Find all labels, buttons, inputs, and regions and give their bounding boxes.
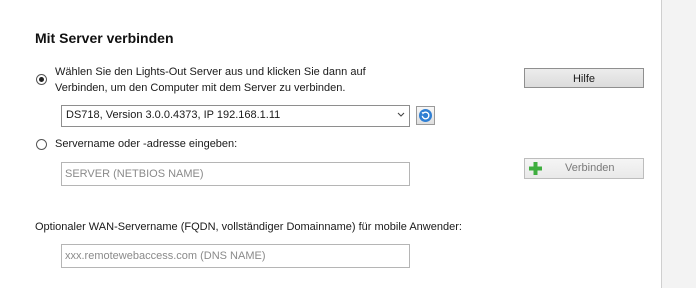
radio-manual-server[interactable] (36, 139, 47, 150)
connect-button[interactable]: Verbinden (524, 158, 644, 179)
refresh-button[interactable] (416, 106, 435, 125)
option-manual-label: Servername oder -adresse eingeben: (55, 138, 238, 150)
connect-dialog: Mit Server verbinden Wählen Sie den Ligh… (0, 0, 662, 288)
refresh-icon (419, 109, 432, 122)
server-dropdown[interactable]: DS718, Version 3.0.0.4373, IP 192.168.1.… (61, 105, 410, 127)
dialog-title: Mit Server verbinden (35, 30, 174, 46)
connect-button-label: Verbinden (565, 162, 615, 174)
wan-label: Optionaler WAN-Servername (FQDN, vollstä… (35, 221, 462, 233)
server-name-input[interactable] (61, 162, 410, 186)
help-button[interactable]: Hilfe (524, 68, 644, 88)
radio-select-server[interactable] (36, 74, 47, 85)
wan-server-input[interactable] (61, 244, 410, 268)
chevron-down-icon (397, 112, 405, 117)
plus-icon (529, 162, 542, 175)
option-select-label-line2: Verbinden, um den Computer mit dem Serve… (55, 82, 346, 94)
server-dropdown-value: DS718, Version 3.0.0.4373, IP 192.168.1.… (66, 109, 281, 121)
option-select-label-line1: Wählen Sie den Lights-Out Server aus und… (55, 66, 366, 78)
